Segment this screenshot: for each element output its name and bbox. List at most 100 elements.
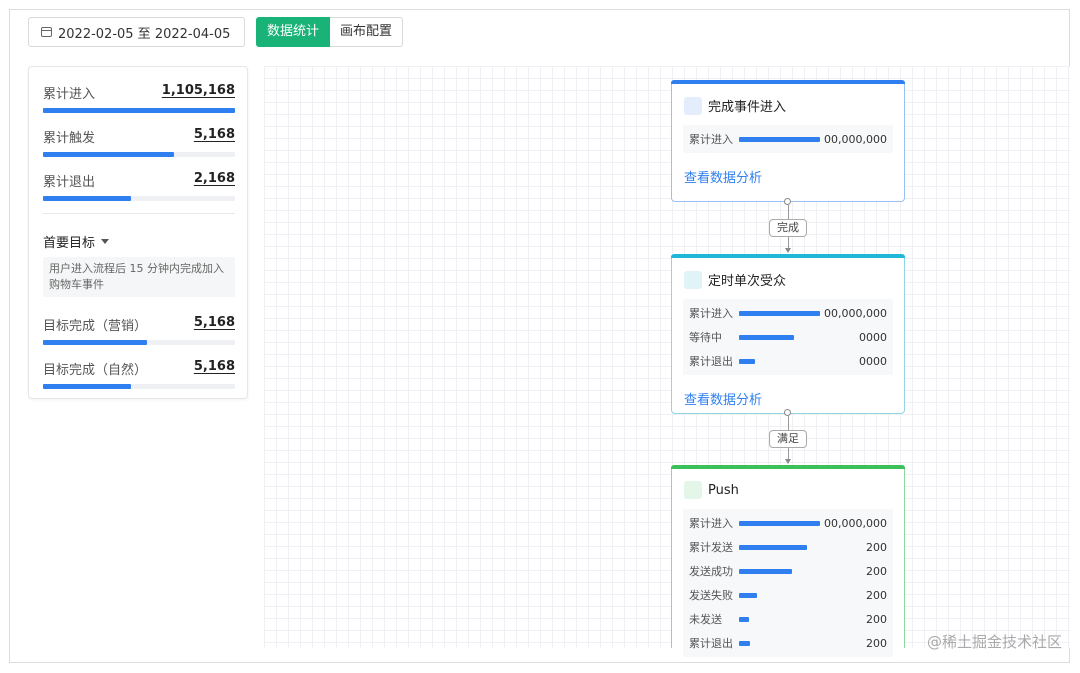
metric-bar	[739, 592, 757, 598]
goal-description: 用户进入流程后 15 分钟内完成加入购物车事件	[43, 257, 235, 297]
metric-bar	[739, 334, 794, 340]
stat-bar-fill	[43, 152, 174, 157]
stat-label: 目标完成（营销）	[43, 319, 148, 334]
tab-data-stats[interactable]: 数据统计	[256, 17, 331, 47]
stat-label: 目标完成（自然）	[43, 363, 148, 378]
stat-item: 累计触发 5,168	[43, 127, 235, 157]
tab-canvas-config[interactable]: 画布配置	[330, 17, 404, 47]
date-range-picker[interactable]: 2022-02-05 至 2022-04-05	[28, 17, 245, 47]
goal-stat-item: 目标完成（自然） 5,168	[43, 359, 235, 389]
metric-bar	[739, 640, 750, 646]
metric-value: 200	[866, 588, 887, 602]
watermark: @稀土掘金技术社区	[926, 633, 1062, 651]
node-title: 定时单次受众	[708, 274, 787, 289]
connector-label[interactable]: 满足	[769, 430, 807, 448]
metric-bar	[739, 136, 820, 142]
node-title: Push	[708, 482, 739, 498]
metric-bar	[739, 568, 792, 574]
connector-label[interactable]: 完成	[769, 219, 807, 237]
metric-bar	[739, 520, 820, 526]
metric-label: 累计进入	[689, 517, 733, 530]
metric-label: 等待中	[689, 331, 722, 344]
node-accent-bar	[671, 80, 905, 84]
metric-value: 00,000,000	[824, 132, 887, 146]
stat-label: 累计进入	[43, 87, 96, 102]
metric-value: 200	[866, 636, 887, 650]
calendar-icon	[41, 27, 52, 37]
node-metrics: 累计进入 00,000,000 累计发送 200 发送成功 200 发送失败 200 未发送 20…	[683, 509, 893, 657]
metric-row: 发送失败 200	[683, 583, 893, 607]
stat-label: 累计触发	[43, 131, 96, 146]
flow-node-event-entry[interactable]: 完成事件进入 累计进入 00,000,000 查看数据分析	[671, 80, 905, 202]
node-accent-bar	[671, 465, 905, 469]
stats-panel: 累计进入 1,105,168 累计触发 5,168 累计退出 2,168 首要目…	[28, 66, 248, 399]
arrow-down-icon	[785, 248, 791, 253]
goal-stat-item: 目标完成（营销） 5,168	[43, 315, 235, 345]
metric-value: 00,000,000	[824, 306, 887, 320]
stat-bar	[43, 340, 235, 345]
metric-row: 未发送 200	[683, 607, 893, 631]
metric-value: 0000	[859, 330, 887, 344]
stat-value[interactable]: 5,168	[194, 127, 235, 146]
metric-value: 200	[866, 612, 887, 626]
stat-value[interactable]: 1,105,168	[162, 83, 235, 102]
stat-bar-fill	[43, 384, 132, 389]
node-title: 完成事件进入	[708, 100, 787, 115]
stat-bar	[43, 108, 235, 113]
event-icon	[684, 96, 702, 115]
metric-row: 累计进入 00,000,000	[683, 511, 893, 535]
node-metrics: 累计进入 00,000,000 等待中 0000 累计退出 0000	[683, 299, 893, 375]
metric-label: 累计退出	[689, 355, 733, 368]
stat-bar	[43, 196, 235, 201]
view-analysis-link[interactable]: 查看数据分析	[684, 389, 904, 408]
view-analysis-link[interactable]: 查看数据分析	[684, 167, 904, 186]
stat-value[interactable]: 5,168	[194, 315, 235, 334]
metric-label: 累计进入	[689, 133, 733, 146]
stat-item: 累计退出 2,168	[43, 171, 235, 201]
connector-port[interactable]	[784, 198, 791, 205]
goal-title: 首要目标	[43, 236, 96, 251]
arrow-down-icon	[785, 459, 791, 464]
metric-bar	[739, 310, 820, 316]
stat-label: 累计退出	[43, 175, 96, 190]
flow-node-push[interactable]: Push 累计进入 00,000,000 累计发送 200 发送成功 200 发送失败 200…	[671, 465, 905, 657]
metric-value: 0000	[859, 354, 887, 368]
metric-label: 累计进入	[689, 307, 733, 320]
stat-bar-fill	[43, 196, 132, 201]
metric-row: 累计退出 200	[683, 631, 893, 655]
audience-icon	[684, 270, 702, 289]
metric-value: 00,000,000	[824, 516, 887, 530]
metric-bar	[739, 616, 749, 622]
stat-value[interactable]: 2,168	[194, 171, 235, 190]
metric-value: 200	[866, 564, 887, 578]
stat-item: 累计进入 1,105,168	[43, 83, 235, 113]
flow-node-scheduled-audience[interactable]: 定时单次受众 累计进入 00,000,000 等待中 0000 累计退出 0000 查看数…	[671, 254, 905, 414]
push-icon	[684, 481, 702, 499]
metric-label: 未发送	[689, 613, 722, 626]
view-tabs: 数据统计 画布配置	[256, 17, 404, 47]
divider	[43, 213, 235, 214]
metric-label: 发送失败	[689, 589, 733, 602]
stat-bar	[43, 384, 235, 389]
metric-label: 累计退出	[689, 637, 733, 650]
node-accent-bar	[671, 254, 905, 258]
metric-value: 200	[866, 540, 887, 554]
stat-bar-fill	[43, 340, 147, 345]
stat-bar-fill	[43, 108, 235, 113]
metric-row: 累计进入 00,000,000	[683, 301, 893, 325]
date-range-text: 2022-02-05 至 2022-04-05	[58, 26, 231, 42]
node-metrics: 累计进入 00,000,000	[683, 125, 893, 153]
stat-value[interactable]: 5,168	[194, 359, 235, 378]
metric-row: 发送成功 200	[683, 559, 893, 583]
metric-bar	[739, 544, 807, 550]
metric-label: 累计发送	[689, 541, 733, 554]
metric-label: 发送成功	[689, 565, 733, 578]
metric-row: 累计进入 00,000,000	[683, 127, 893, 151]
metric-row: 累计退出 0000	[683, 349, 893, 373]
goal-selector[interactable]: 首要目标	[43, 232, 110, 251]
flow-canvas[interactable]	[264, 66, 1070, 648]
metric-bar	[739, 358, 755, 364]
connector-port[interactable]	[784, 409, 791, 416]
stat-bar	[43, 152, 235, 157]
metric-row: 等待中 0000	[683, 325, 893, 349]
